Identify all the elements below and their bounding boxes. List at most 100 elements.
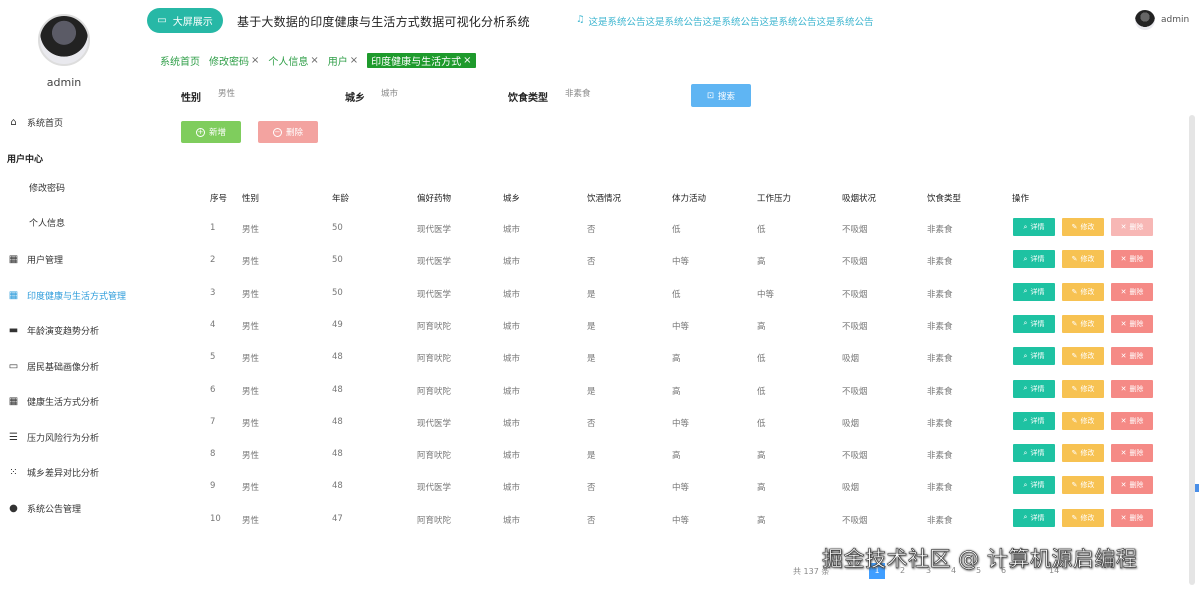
delete-button[interactable]: ✕ 删除 <box>1111 476 1153 495</box>
edit-button[interactable]: ✎ 修改 <box>1062 411 1104 430</box>
sidebar-group-user-center[interactable]: 用户中心 <box>7 152 43 165</box>
add-button[interactable]: + 新增 <box>181 121 241 143</box>
detail-button[interactable]: ⌕ 详情 <box>1013 379 1055 398</box>
delete-button[interactable]: ✕ 删除 <box>1111 411 1153 430</box>
header-gender: 性别 <box>242 194 260 204</box>
edit-button[interactable]: ✎ 修改 <box>1062 444 1104 463</box>
detail-button[interactable]: ⌕ 详情 <box>1013 250 1055 269</box>
cell-diet: 非素食 <box>927 515 953 526</box>
cell-index: 5 <box>210 352 216 363</box>
delete-button-label: 删除 <box>1129 416 1144 425</box>
edit-button[interactable]: ✎ 修改 <box>1062 347 1104 366</box>
tab-change-password[interactable]: 修改密码 × <box>209 53 259 68</box>
tab-profile[interactable]: 个人信息 × <box>268 53 318 68</box>
user-name[interactable]: admin <box>1161 15 1189 25</box>
notice-text: 这是系统公告这是系统公告这是系统公告这是系统公告这是系统公告 <box>588 17 874 28</box>
sidebar-item-urban-rural[interactable]: ⁙ 城乡差异对比分析 <box>8 466 99 479</box>
cell-smoking: 不吸烟 <box>842 289 868 300</box>
cell-gender: 男性 <box>242 289 260 300</box>
cell-age: 50 <box>332 287 343 298</box>
plus-icon: + <box>195 127 205 137</box>
cell-age: 50 <box>332 223 343 233</box>
sidebar-item-age-trend[interactable]: ▬ 年龄演变趋势分析 <box>8 324 99 337</box>
tab-home[interactable]: 系统首页 <box>160 53 200 68</box>
sidebar-item-label: 系统公告管理 <box>27 505 82 515</box>
grid-icon: ▦ <box>8 254 19 265</box>
close-icon[interactable]: × <box>350 55 358 66</box>
avatar <box>38 14 90 66</box>
gender-input[interactable]: 男性 <box>218 84 328 104</box>
close-icon[interactable]: × <box>463 55 471 66</box>
detail-button[interactable]: ⌕ 详情 <box>1013 508 1055 527</box>
delete-button[interactable]: ✕ 删除 <box>1111 508 1153 527</box>
sidebar-item-change-password[interactable]: 修改密码 <box>29 181 65 194</box>
cell-age: 48 <box>332 416 343 427</box>
detail-button[interactable]: ⌕ 详情 <box>1013 282 1055 301</box>
search-icon: ⌕ <box>1023 254 1028 263</box>
sidebar-item-stress-risk[interactable]: ☰ 压力风险行为分析 <box>8 431 99 444</box>
close-icon[interactable]: × <box>251 55 259 66</box>
delete-button[interactable]: ✕ 删除 <box>1111 444 1153 463</box>
delete-button-label: 删除 <box>1129 319 1144 328</box>
edit-button[interactable]: ✎ 修改 <box>1062 379 1104 398</box>
close-icon[interactable]: × <box>310 55 318 66</box>
sidebar-item-resident-profile[interactable]: ▭ 居民基础画像分析 <box>8 360 99 373</box>
delete-button[interactable]: ✕ 删除 <box>1111 379 1153 398</box>
close-icon: ✕ <box>1120 319 1127 328</box>
edit-button[interactable]: ✎ 修改 <box>1062 476 1104 495</box>
cell-stress: 低 <box>757 386 766 397</box>
cell-medicine: 现代医学 <box>417 289 452 300</box>
detail-button[interactable]: ⌕ 详情 <box>1013 444 1055 463</box>
cell-region: 城市 <box>503 321 521 332</box>
search-icon: ⌕ <box>1023 351 1028 360</box>
tab-health-lifestyle[interactable]: 印度健康与生活方式 × <box>367 52 476 68</box>
cell-age: 47 <box>332 513 343 524</box>
edit-icon: ✎ <box>1071 287 1078 296</box>
delete-button[interactable]: ✕ 删除 <box>1111 218 1153 236</box>
detail-button[interactable]: ⌕ 详情 <box>1013 411 1055 430</box>
cell-region: 城市 <box>503 483 521 494</box>
edit-button[interactable]: ✎ 修改 <box>1062 218 1104 236</box>
diet-input[interactable]: 非素食 <box>565 84 675 104</box>
batch-delete-button[interactable]: − 删除 <box>258 121 318 143</box>
home-icon: ⌂ <box>10 117 17 128</box>
close-icon: ✕ <box>1120 287 1127 296</box>
sidebar-item-user-management[interactable]: ▦ 用户管理 <box>8 253 63 266</box>
search-button[interactable]: ⊡ 搜索 <box>691 84 751 107</box>
detail-button[interactable]: ⌕ 详情 <box>1013 476 1055 495</box>
delete-button[interactable]: ✕ 删除 <box>1111 250 1153 269</box>
sidebar-item-home[interactable]: ⌂ 系统首页 <box>8 116 63 129</box>
cell-activity: 低 <box>672 289 681 300</box>
edit-button[interactable]: ✎ 修改 <box>1062 508 1104 527</box>
diet-label: 饮食类型 <box>508 93 548 104</box>
delete-button[interactable]: ✕ 删除 <box>1111 282 1153 301</box>
cell-activity: 高 <box>672 386 681 397</box>
delete-button-label: 删除 <box>1129 287 1144 296</box>
delete-button[interactable]: ✕ 删除 <box>1111 314 1153 333</box>
sidebar-item-profile[interactable]: 个人信息 <box>29 216 65 229</box>
sidebar-item-healthy-lifestyle[interactable]: ▦ 健康生活方式分析 <box>8 395 99 408</box>
tab-user[interactable]: 用户 × <box>328 53 358 68</box>
detail-button[interactable]: ⌕ 详情 <box>1013 314 1055 333</box>
detail-button[interactable]: ⌕ 详情 <box>1013 218 1055 236</box>
scrollbar[interactable] <box>1189 115 1195 585</box>
edit-button[interactable]: ✎ 修改 <box>1062 282 1104 301</box>
cell-gender: 男性 <box>242 451 260 462</box>
delete-button-label: 删除 <box>1129 449 1144 458</box>
cell-medicine: 现代医学 <box>417 225 452 235</box>
edit-button-label: 修改 <box>1080 319 1095 328</box>
sidebar-item-label: 城乡差异对比分析 <box>27 469 100 479</box>
big-screen-button[interactable]: ▭ 大屏展示 <box>147 8 223 33</box>
region-input[interactable]: 城市 <box>381 84 491 104</box>
delete-button[interactable]: ✕ 删除 <box>1111 347 1153 366</box>
header-drinking: 饮酒情况 <box>587 194 622 204</box>
sidebar-item-announcements[interactable]: ● 系统公告管理 <box>8 502 81 515</box>
detail-button[interactable]: ⌕ 详情 <box>1013 347 1055 366</box>
user-avatar[interactable] <box>1135 10 1155 30</box>
sidebar-item-health-lifestyle[interactable]: ▦ 印度健康与生活方式管理 <box>8 289 126 302</box>
edit-button[interactable]: ✎ 修改 <box>1062 314 1104 333</box>
detail-button-label: 详情 <box>1030 449 1045 458</box>
tab-label: 个人信息 <box>268 56 309 68</box>
edit-button[interactable]: ✎ 修改 <box>1062 250 1104 269</box>
search-icon: ⌕ <box>1023 384 1028 392</box>
